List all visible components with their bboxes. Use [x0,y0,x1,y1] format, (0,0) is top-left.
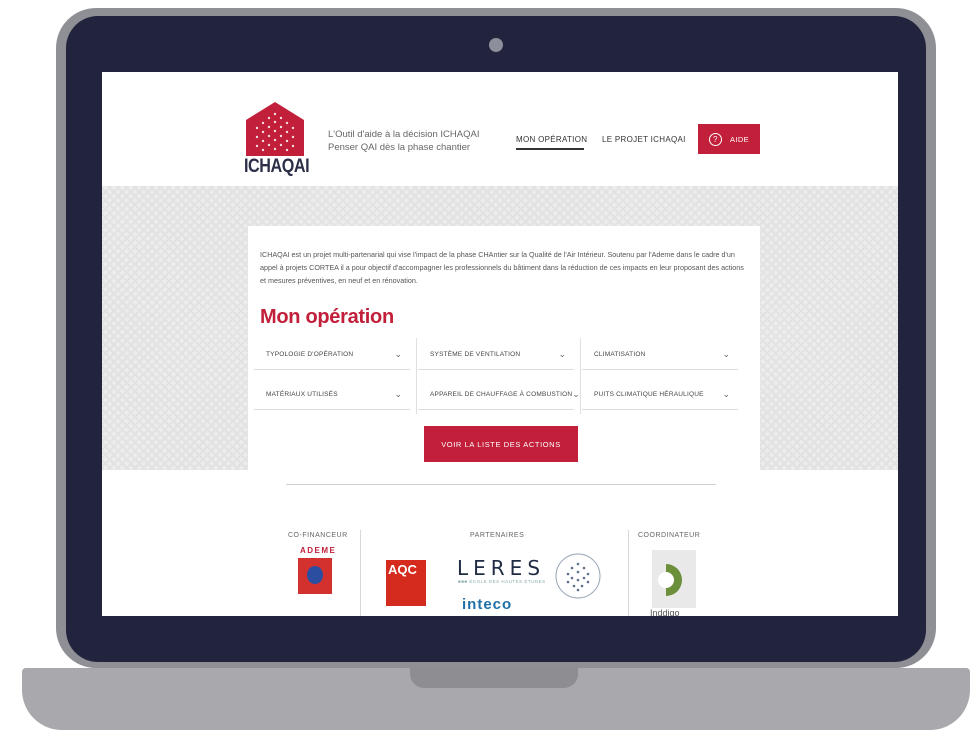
ademe-emblem-icon [307,566,323,584]
coordinator-logo-text: Inddigo [650,608,680,616]
help-icon: ? [708,132,722,146]
select-label: PUITS CLIMATIQUE HÉRAULIQUE [594,391,704,398]
aqc-logo-text: AQC [388,562,417,577]
select-label: SYSTÈME DE VENTILATION [430,351,521,358]
operation-card: ICHAQAI est un projet multi-partenarial … [248,226,760,470]
coordinator-label: COORDINATEUR [638,532,701,539]
select-label: MATÉRIAUX UTILISÉS [266,391,338,398]
ademe-logo-text[interactable]: ADEME [300,546,336,555]
laptop-notch [410,668,578,688]
tagline: L'Outil d'aide à la décision ICHAQAI Pen… [328,128,479,154]
inddigo-logo-icon[interactable] [652,550,696,612]
page-title: Mon opération [260,306,394,328]
cofinancer-label: CO-FINANCEUR [288,532,348,539]
tagline-line-2: Penser QAI dès la phase chantier [328,142,471,153]
site-header: ICHAQAI L'Outil d'aide à la décision ICH… [102,72,898,186]
select-label: CLIMATISATION [594,351,646,358]
ichaqai-logo-icon[interactable] [244,100,306,156]
logo-wordmark[interactable]: ICHAQAI [244,156,310,178]
footer-column-divider [628,530,629,616]
select-puits[interactable]: PUITS CLIMATIQUE HÉRAULIQUE ⌄ [582,380,738,410]
column-divider [416,338,417,414]
select-ventilation[interactable]: SYSTÈME DE VENTILATION ⌄ [418,340,574,370]
nav-le-projet[interactable]: LE PROJET ICHAQAI [602,135,686,144]
leres-subtitle: ■■■ ÉCOLE DES HAUTES ÉTUDES [458,579,546,584]
webcam-icon [489,38,503,52]
footer-divider [286,484,716,485]
select-label: APPAREIL DE CHAUFFAGE À COMBUSTION [430,391,573,398]
help-button[interactable]: ? AIDE [698,124,760,154]
select-climatisation[interactable]: CLIMATISATION ⌄ [582,340,738,370]
column-divider [580,338,581,414]
leres-logo-text[interactable]: LERES [457,556,545,580]
select-chauffage[interactable]: APPAREIL DE CHAUFFAGE À COMBUSTION ⌄ [418,380,580,410]
chevron-down-icon: ⌄ [558,349,566,359]
partners-label: PARTENAIRES [470,532,525,539]
select-materiaux[interactable]: MATÉRIAUX UTILISÉS ⌄ [254,380,410,410]
chevron-down-icon: ⌄ [722,389,730,399]
tagline-line-1: L'Outil d'aide à la décision ICHAQAI [328,129,480,140]
chevron-down-icon: ⌄ [394,349,402,359]
view-actions-button[interactable]: VOIR LA LISTE DES ACTIONS [424,426,578,462]
footer-column-divider [360,530,361,616]
chevron-down-icon: ⌄ [722,349,730,359]
laptop-screen: ICHAQAI L'Outil d'aide à la décision ICH… [102,72,898,616]
inteco-logo-text[interactable]: inteco [462,596,512,613]
nav-mon-operation[interactable]: MON OPÉRATION [516,135,587,144]
chevron-down-icon: ⌄ [394,389,402,399]
select-label: TYPOLOGIE D'OPÉRATION [266,351,354,358]
intro-paragraph: ICHAQAI est un projet multi-partenarial … [260,250,744,285]
chevron-down-icon: ⌄ [572,389,580,399]
partner-seal-icon[interactable] [554,552,602,600]
help-label: AIDE [729,134,750,144]
select-typologie[interactable]: TYPOLOGIE D'OPÉRATION ⌄ [254,340,410,370]
nav-active-underline [516,148,584,150]
